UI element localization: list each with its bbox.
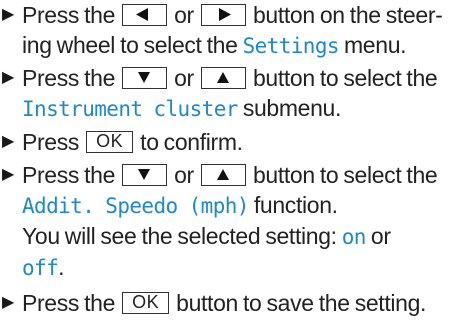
- menu-name-settings: Settings: [242, 34, 340, 58]
- ok-button-icon: OK: [86, 130, 134, 153]
- bullet-icon: ▶: [2, 6, 15, 23]
- step-text: You will see the selected setting:: [22, 223, 337, 249]
- down-button-icon: [122, 163, 168, 186]
- left-button-icon: [122, 3, 168, 26]
- step-text: button on the steer-: [252, 2, 443, 28]
- step-text: button to select the: [252, 65, 438, 91]
- step-text: or: [370, 223, 391, 249]
- setting-value-on: on: [341, 225, 367, 249]
- step-2: ▶ Press the or button to select the Inst…: [0, 63, 465, 124]
- step-3: ▶ Press OK to confirm.: [0, 127, 465, 157]
- bullet-icon: ▶: [2, 166, 15, 183]
- step-text: Press the: [22, 162, 116, 188]
- step-text: to confirm.: [140, 129, 243, 155]
- step-text: function.: [253, 192, 338, 218]
- step-4: ▶ Press the or button to select the Addi…: [0, 160, 465, 283]
- step-text: button to save the setting.: [176, 290, 427, 316]
- bullet-icon: ▶: [2, 133, 15, 150]
- step-text: or: [174, 2, 194, 28]
- bullet-icon: ▶: [2, 69, 15, 86]
- up-button-icon: [200, 163, 246, 186]
- function-name-addit-speedo: Addit. Speedo (mph): [22, 194, 249, 218]
- ok-button-icon: OK: [122, 291, 170, 314]
- step-text: Press: [22, 129, 80, 155]
- step-text: menu.: [344, 32, 407, 58]
- step-text: button to select the: [252, 162, 438, 188]
- step-text: Press the: [22, 2, 116, 28]
- step-text: .: [58, 254, 65, 280]
- up-button-icon: [200, 66, 246, 89]
- step-text: or: [174, 65, 194, 91]
- step-text: Press the: [22, 290, 116, 316]
- bullet-icon: ▶: [2, 294, 15, 311]
- step-1: ▶ Press the or button on the steer- ing …: [0, 0, 465, 61]
- step-text: ing wheel to select the: [22, 32, 238, 58]
- down-button-icon: [122, 66, 168, 89]
- step-text: or: [174, 162, 194, 188]
- submenu-name-instrument-cluster: Instrument cluster: [22, 97, 238, 121]
- step-5: ▶ Press the OK button to save the settin…: [0, 288, 465, 318]
- instruction-steps: ▶ Press the or button on the steer- ing …: [0, 0, 465, 321]
- step-text: Press the: [22, 65, 116, 91]
- step-text: submenu.: [242, 95, 342, 121]
- setting-value-off: off: [22, 256, 59, 280]
- right-button-icon: [200, 3, 246, 26]
